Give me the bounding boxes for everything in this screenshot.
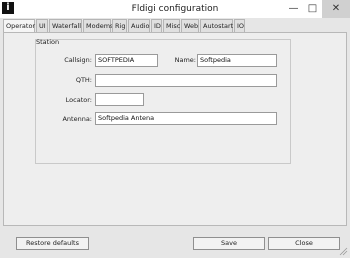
- tab-rig[interactable]: Rig: [112, 19, 127, 32]
- tab-id[interactable]: ID: [151, 19, 162, 32]
- maximize-icon[interactable]: □: [303, 0, 322, 18]
- qth-label: QTH:: [75, 76, 92, 84]
- antenna-field[interactable]: Softpedia Antena: [95, 112, 277, 125]
- tab-misc[interactable]: Misc: [163, 19, 180, 32]
- save-button[interactable]: Save: [193, 237, 265, 250]
- tab-audio[interactable]: Audio: [128, 19, 150, 32]
- locator-field[interactable]: [95, 93, 144, 106]
- qth-field[interactable]: [95, 74, 277, 87]
- tab-modems[interactable]: Modems: [83, 19, 113, 32]
- close-window-icon[interactable]: ✕: [322, 0, 350, 18]
- config-window: i Fldigi configuration — □ ✕ Operator UI…: [0, 0, 350, 258]
- title-bar: i Fldigi configuration — □ ✕: [0, 0, 350, 18]
- name-field[interactable]: Softpedia: [197, 54, 277, 67]
- tab-autostart[interactable]: Autostart: [200, 19, 233, 32]
- tab-operator[interactable]: Operator: [3, 19, 35, 33]
- tab-io[interactable]: IO: [234, 19, 245, 32]
- callsign-label: Callsign:: [64, 56, 92, 64]
- resize-grip-icon[interactable]: [339, 247, 348, 256]
- tab-web[interactable]: Web: [181, 19, 199, 32]
- station-group-label: Station: [36, 38, 60, 46]
- restore-defaults-button[interactable]: Restore defaults: [16, 237, 89, 250]
- callsign-field[interactable]: SOFTPEDIA: [95, 54, 158, 67]
- tab-waterfall[interactable]: Waterfall: [49, 19, 82, 32]
- minimize-icon[interactable]: —: [284, 0, 303, 18]
- locator-label: Locator:: [65, 96, 92, 104]
- antenna-label: Antenna:: [62, 115, 92, 123]
- tab-ui[interactable]: UI: [36, 19, 48, 32]
- name-label: Name:: [174, 56, 196, 64]
- close-button[interactable]: Close: [268, 237, 340, 250]
